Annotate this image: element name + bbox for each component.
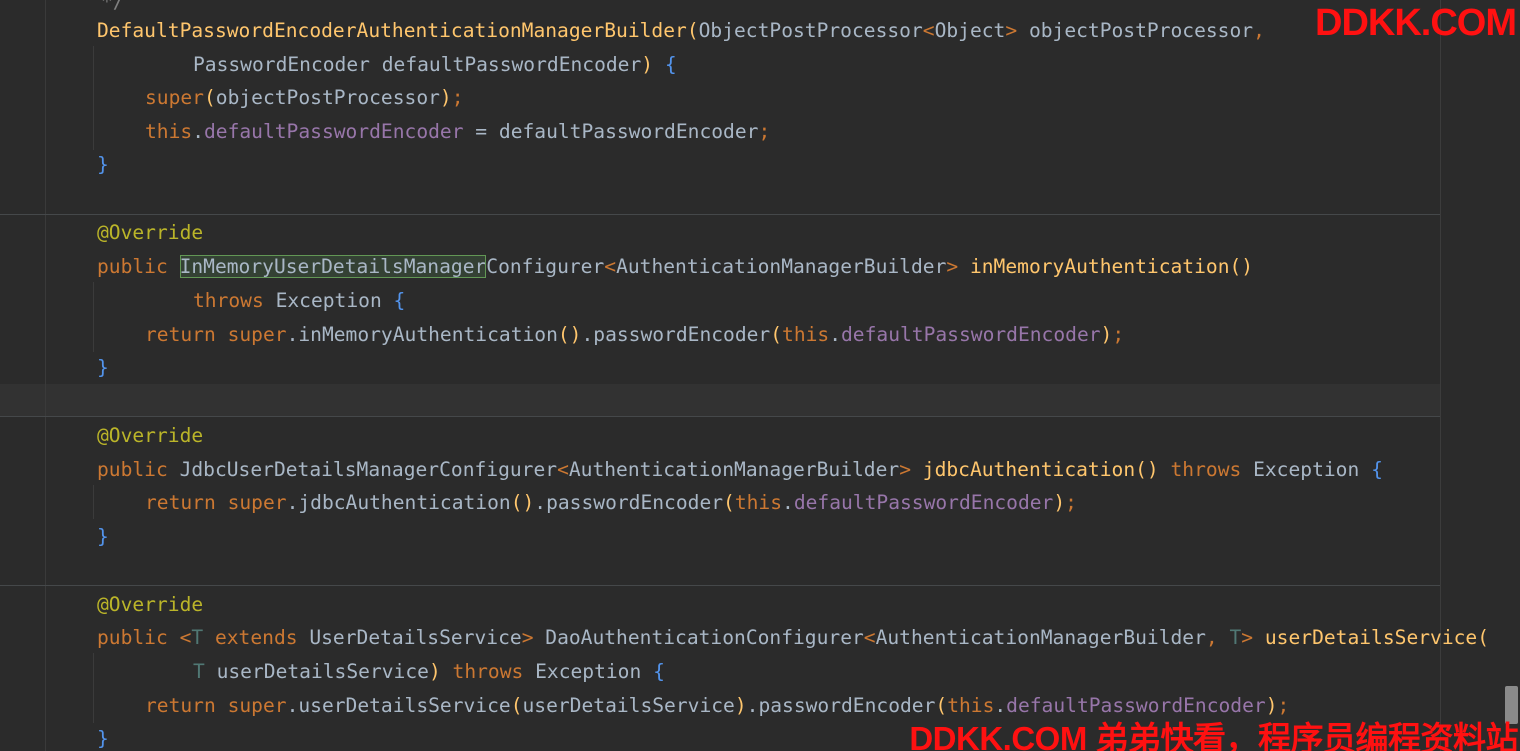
field-name[interactable]: defaultPasswordEncoder — [794, 491, 1054, 514]
keyword: extends — [214, 626, 298, 649]
code-line[interactable]: } — [97, 722, 109, 751]
type-name[interactable]: PasswordEncoder — [193, 53, 370, 76]
keyword: throws — [1170, 458, 1242, 481]
annotation[interactable]: @Override — [97, 593, 203, 616]
code-line[interactable]: @Override — [97, 588, 203, 622]
method-call[interactable]: jdbcAuthentication — [298, 491, 510, 514]
current-line-highlight — [0, 384, 1440, 417]
keyword: return — [145, 694, 216, 717]
keyword: this — [734, 491, 783, 514]
keyword: super — [145, 86, 204, 109]
type-name[interactable]: Exception — [276, 289, 382, 312]
code-line[interactable]: @Override — [97, 419, 203, 453]
indent-guide — [93, 653, 94, 723]
code-line[interactable]: this.defaultPasswordEncoder = defaultPas… — [145, 115, 770, 149]
code-editor[interactable]: */ DefaultPasswordEncoderAuthenticationM… — [0, 0, 1520, 751]
code-line[interactable]: public <T extends UserDetailsService> Da… — [97, 621, 1489, 655]
type-parameter[interactable]: T — [1230, 626, 1242, 649]
method-call[interactable]: passwordEncoder — [546, 491, 723, 514]
type-parameter[interactable]: T — [193, 660, 205, 683]
keyword: public — [97, 458, 168, 481]
type-name[interactable]: JdbcUserDetailsManagerConfigurer — [180, 458, 558, 481]
field-name[interactable]: defaultPasswordEncoder — [204, 120, 464, 143]
method-separator — [0, 214, 1440, 215]
type-name[interactable]: DaoAuthenticationConfigurer — [545, 626, 864, 649]
method-name[interactable]: inMemoryAuthentication — [970, 255, 1230, 278]
code-line[interactable]: DefaultPasswordEncoderAuthenticationMana… — [97, 14, 1265, 48]
keyword: throws — [452, 660, 524, 683]
field-name[interactable]: defaultPasswordEncoder — [841, 323, 1101, 346]
variable[interactable]: objectPostProcessor — [216, 86, 440, 109]
comment-end: */ — [101, 0, 125, 13]
param-name[interactable]: userDetailsService — [217, 660, 429, 683]
watermark-top: DDKK.COM — [1315, 2, 1517, 44]
keyword: this — [145, 120, 193, 143]
annotation[interactable]: @Override — [97, 424, 203, 447]
annotation[interactable]: @Override — [97, 221, 203, 244]
type-name[interactable]: Object — [935, 19, 1006, 42]
keyword: this — [782, 323, 830, 346]
keyword: throws — [193, 289, 264, 312]
keyword: public — [97, 255, 168, 278]
code-line[interactable]: public InMemoryUserDetailsManagerConfigu… — [97, 250, 1253, 284]
code-line[interactable]: } — [97, 148, 109, 182]
type-name[interactable]: AuthenticationManagerBuilder — [569, 458, 899, 481]
indent-guide — [93, 485, 94, 519]
variable[interactable]: userDetailsService — [523, 694, 735, 717]
highlighted-type-name[interactable]: InMemoryUserDetailsManager — [179, 255, 487, 278]
gutter-divider — [45, 0, 46, 751]
type-name[interactable]: Exception — [535, 660, 641, 683]
param-name[interactable]: defaultPasswordEncoder — [382, 53, 642, 76]
param-name[interactable]: objectPostProcessor — [1029, 19, 1253, 42]
watermark-bottom: DDKK.COM 弟弟快看，程序员编程资料站 — [909, 720, 1518, 751]
code-line[interactable]: } — [97, 351, 109, 385]
type-name[interactable]: ObjectPostProcessor — [699, 19, 923, 42]
code-line[interactable]: PasswordEncoder defaultPasswordEncoder) … — [193, 48, 677, 82]
keyword: super — [227, 694, 287, 717]
code-line[interactable]: return super.inMemoryAuthentication().pa… — [145, 318, 1124, 352]
code-line[interactable]: throws Exception { — [193, 284, 405, 318]
keyword: return — [145, 323, 216, 346]
code-line[interactable]: @Override — [97, 216, 203, 250]
type-name[interactable]: Exception — [1253, 458, 1359, 481]
code-line[interactable]: } — [97, 520, 109, 554]
type-parameter[interactable]: T — [191, 626, 203, 649]
keyword: return — [145, 491, 216, 514]
keyword: super — [227, 323, 287, 346]
code-line[interactable]: T userDetailsService) throws Exception { — [193, 655, 665, 689]
method-separator — [0, 416, 1440, 417]
type-name[interactable]: AuthenticationManagerBuilder — [616, 255, 946, 278]
method-call[interactable]: inMemoryAuthentication — [298, 323, 558, 346]
method-call[interactable]: passwordEncoder — [593, 323, 770, 346]
type-name[interactable]: AuthenticationManagerBuilder — [876, 626, 1206, 649]
keyword: super — [227, 491, 287, 514]
method-call[interactable]: userDetailsService — [298, 694, 510, 717]
indent-guide — [93, 46, 94, 150]
code-line[interactable]: return super.jdbcAuthentication().passwo… — [145, 486, 1077, 520]
method-name[interactable]: jdbcAuthentication — [923, 458, 1135, 481]
code-line[interactable]: public JdbcUserDetailsManagerConfigurer<… — [97, 453, 1383, 487]
indent-guide — [93, 282, 94, 352]
method-separator — [0, 585, 1440, 586]
constructor-name[interactable]: DefaultPasswordEncoderAuthenticationMana… — [97, 19, 687, 42]
code-line[interactable]: super(objectPostProcessor); — [145, 81, 464, 115]
type-name-suffix[interactable]: Configurer — [486, 255, 604, 278]
type-name[interactable]: UserDetailsService — [309, 626, 521, 649]
method-name[interactable]: userDetailsService — [1265, 626, 1477, 649]
variable[interactable]: defaultPasswordEncoder — [499, 120, 759, 143]
keyword: public — [97, 626, 168, 649]
